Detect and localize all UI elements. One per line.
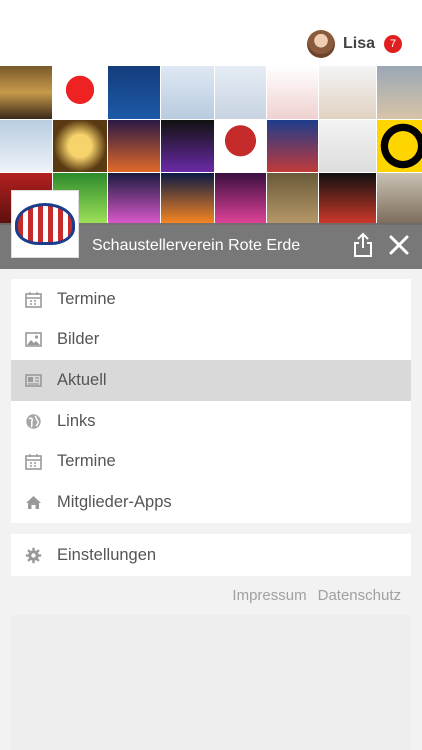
collage-photo (161, 173, 214, 225)
collage-photo (0, 120, 52, 172)
logo-emblem (15, 203, 75, 245)
menu-item-links[interactable]: Links (11, 401, 411, 442)
menu-item-label: Termine (57, 289, 116, 308)
collage-photo (267, 173, 318, 225)
collage-photo (0, 66, 52, 119)
avatar[interactable] (306, 30, 335, 58)
calendar-icon (25, 291, 42, 308)
collage-photo (161, 66, 214, 119)
top-bar: Lisa 7 (0, 0, 422, 66)
collage-photo (377, 120, 422, 172)
collage-photo (215, 173, 266, 225)
close-icon[interactable] (388, 234, 410, 256)
collage-photo (377, 173, 422, 225)
menu-item-label: Bilder (57, 330, 100, 349)
collage-photo (319, 173, 376, 225)
collage-photo (108, 173, 160, 225)
collage-photo (215, 120, 266, 172)
menu-item-label: Aktuell (57, 370, 107, 389)
menu-item-termine-2[interactable]: Termine (11, 441, 411, 482)
group-title: Schaustellerverein Rote Erde (92, 237, 301, 254)
impressum-link[interactable]: Impressum (232, 587, 306, 604)
menu-item-aktuell[interactable]: Aktuell (11, 360, 411, 401)
group-logo (11, 190, 79, 258)
globe-icon (26, 413, 41, 429)
collage-photo (319, 120, 376, 172)
menu-item-bilder[interactable]: Bilder (11, 320, 411, 361)
user-profile[interactable]: Lisa 7 (306, 30, 402, 58)
collage-photo (377, 66, 422, 119)
user-name[interactable]: Lisa (343, 35, 375, 53)
collage-photo (319, 66, 376, 119)
content-panel-background (11, 615, 411, 750)
footer-links: Impressum Datenschutz (232, 587, 401, 604)
menu-item-label: Mitglieder-Apps (57, 492, 172, 511)
datenschutz-link[interactable]: Datenschutz (318, 587, 401, 604)
image-icon (25, 332, 42, 348)
menu-item-mitglieder-apps[interactable]: Mitglieder-Apps (11, 482, 411, 523)
settings-label: Einstellungen (57, 545, 157, 564)
gear-icon (25, 547, 42, 563)
share-icon[interactable] (351, 232, 375, 258)
calendar-icon (25, 454, 42, 470)
menu-item-label: Links (57, 411, 96, 430)
collage-photo (215, 66, 266, 119)
collage-photo (108, 66, 160, 119)
side-menu: Termine Bilder Aktuell Links Termine Mit… (11, 279, 411, 523)
collage-photo (267, 66, 318, 119)
newspaper-icon (25, 374, 42, 387)
home-icon (26, 495, 41, 509)
collage-photo (108, 120, 160, 172)
menu-item-termine[interactable]: Termine (11, 279, 411, 320)
collage-photo (53, 66, 107, 119)
menu-item-einstellungen[interactable]: Einstellungen (11, 534, 411, 576)
collage-photo (161, 120, 214, 172)
collage-photo (53, 120, 107, 172)
notification-badge[interactable]: 7 (384, 35, 402, 53)
menu-item-label: Termine (57, 452, 116, 471)
collage-photo (267, 120, 318, 172)
